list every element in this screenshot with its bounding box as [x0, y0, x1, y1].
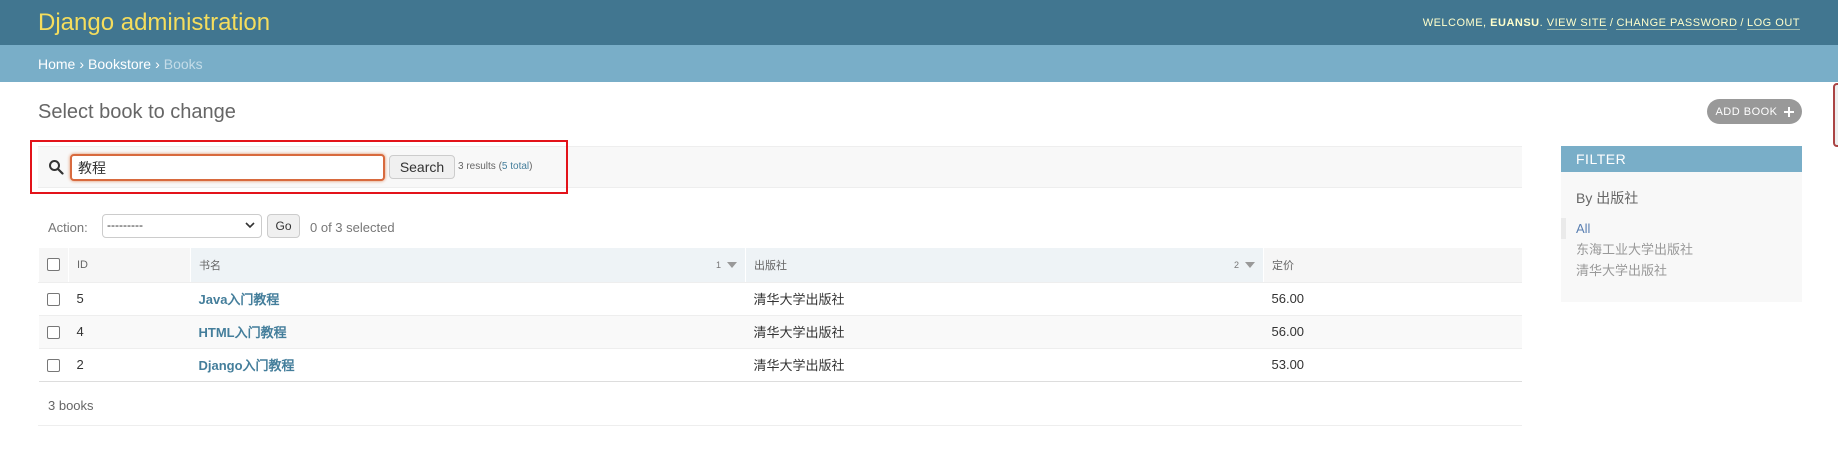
column-label: 定价: [1272, 259, 1294, 272]
header: Django administration WELCOME, EUANSU. V…: [0, 0, 1838, 45]
cell-price: 53.00: [1263, 348, 1522, 382]
results-suffix: ): [529, 161, 533, 172]
row-select-cell: [38, 282, 69, 316]
search-icon: [49, 160, 64, 175]
filter-list: All 东海工业大学出版社 清华大学出版社: [1561, 218, 1802, 281]
side-panel-tab[interactable]: [1833, 83, 1838, 147]
row-checkbox[interactable]: [46, 293, 60, 307]
breadcrumb-separator: ›: [79, 55, 85, 72]
breadcrumb-home[interactable]: Home: [38, 56, 75, 72]
change-password-link[interactable]: CHANGE PASSWORD: [1616, 16, 1738, 30]
breadcrumb-separator: ›: [155, 55, 160, 72]
row-checkbox[interactable]: [46, 359, 60, 373]
add-book-button[interactable]: ADD BOOK: [1707, 99, 1802, 124]
action-label: Action:: [48, 220, 88, 235]
breadcrumb-current: Books: [163, 55, 203, 72]
filter-title: FILTER: [1561, 146, 1802, 172]
column-header-publisher[interactable]: 出版社 2: [745, 248, 1264, 283]
filter-item-qinghua: 清华大学出版社: [1576, 260, 1802, 281]
table-row: 4 HTML入门教程 清华大学出版社 56.00: [38, 315, 1522, 349]
table-row: 2 Django入门教程 清华大学出版社 53.00: [38, 348, 1522, 382]
sort-priority: 2: [1233, 260, 1239, 270]
filter-panel: FILTER By 出版社 All 东海工业大学出版社 清华大学出版社: [1561, 146, 1802, 302]
cell-id: 5: [68, 282, 191, 316]
cell-name: Java入门教程: [190, 282, 746, 316]
search-button[interactable]: Search: [389, 155, 455, 179]
breadcrumb-app[interactable]: Bookstore: [88, 56, 151, 72]
select-all-cell: [38, 248, 69, 283]
cell-publisher: 清华大学出版社: [745, 315, 1264, 349]
paginator: 3 books: [38, 386, 1522, 426]
row-checkbox[interactable]: [46, 326, 60, 340]
plus-icon: [1783, 106, 1794, 117]
show-all-link[interactable]: 5 total: [502, 161, 529, 172]
filter-link[interactable]: 东海工业大学出版社: [1576, 242, 1693, 257]
row-select-cell: [38, 315, 69, 349]
action-select[interactable]: ---------: [102, 214, 262, 238]
table-header-row: ID 书名 1 出版社 2 定价: [38, 248, 1522, 283]
separator: /: [1740, 16, 1744, 29]
table-row: 5 Java入门教程 清华大学出版社 56.00: [38, 282, 1522, 316]
select-all-checkbox[interactable]: [47, 258, 60, 272]
cell-id: 4: [68, 315, 191, 349]
filter-link[interactable]: 清华大学出版社: [1576, 263, 1667, 278]
book-link[interactable]: Django入门教程: [199, 358, 295, 373]
site-branding[interactable]: Django administration: [38, 9, 270, 37]
column-label: 出版社: [754, 259, 787, 272]
column-header-name[interactable]: 书名 1: [190, 248, 746, 283]
action-select-value: ---------: [107, 218, 143, 232]
search-results-count: 3 results (5 total): [458, 161, 533, 172]
actions-bar: Action: --------- Go 0 of 3 selected: [38, 212, 638, 242]
filter-subtitle: By 出版社: [1576, 190, 1639, 206]
cell-publisher: 清华大学出版社: [745, 348, 1264, 382]
page-title: Select book to change: [38, 101, 236, 123]
go-button[interactable]: Go: [267, 214, 300, 238]
cell-publisher: 清华大学出版社: [745, 282, 1264, 316]
column-label: 书名: [199, 259, 221, 272]
results-prefix: 3 results (: [458, 161, 502, 172]
view-site-link[interactable]: VIEW SITE: [1546, 16, 1607, 30]
selection-counter: 0 of 3 selected: [310, 220, 395, 235]
sort-info: 2: [1234, 260, 1255, 270]
filter-link[interactable]: All: [1576, 221, 1590, 236]
separator: /: [1609, 16, 1614, 29]
column-header-id[interactable]: ID: [68, 248, 191, 283]
chevron-down-icon: [245, 222, 255, 229]
add-book-label: ADD BOOK: [1715, 105, 1778, 118]
cell-id: 2: [68, 348, 191, 382]
book-link[interactable]: HTML入门教程: [199, 325, 287, 340]
book-link[interactable]: Java入门教程: [199, 292, 280, 307]
column-header-price[interactable]: 定价: [1263, 248, 1522, 283]
result-table: ID 书名 1 出版社 2 定价 5 Java入门教程 清华大学出版社 56.0…: [38, 248, 1522, 382]
user-tools: WELCOME, EUANSU. VIEW SITE / CHANGE PASSWO…: [1422, 16, 1800, 30]
search-input[interactable]: [70, 154, 385, 181]
welcome-text: WELCOME,: [1422, 16, 1487, 29]
row-select-cell: [38, 348, 69, 382]
cell-price: 56.00: [1263, 282, 1522, 316]
breadcrumb: Home › Bookstore › Books: [0, 45, 1838, 82]
filter-item-donghai: 东海工业大学出版社: [1576, 239, 1802, 260]
sort-descending-icon[interactable]: [727, 261, 737, 269]
sort-priority: 1: [715, 260, 721, 270]
cell-name: HTML入门教程: [190, 315, 746, 349]
column-label: ID: [77, 258, 88, 271]
sort-descending-icon[interactable]: [1245, 261, 1255, 269]
search-toolbar: Search 3 results (5 total): [38, 146, 1522, 188]
filter-item-all: All: [1561, 218, 1802, 239]
username: EUANSU: [1490, 16, 1540, 29]
sort-info: 1: [716, 260, 737, 270]
log-out-link[interactable]: LOG OUT: [1746, 16, 1800, 30]
cell-name: Django入门教程: [190, 348, 746, 382]
cell-price: 56.00: [1263, 315, 1522, 349]
